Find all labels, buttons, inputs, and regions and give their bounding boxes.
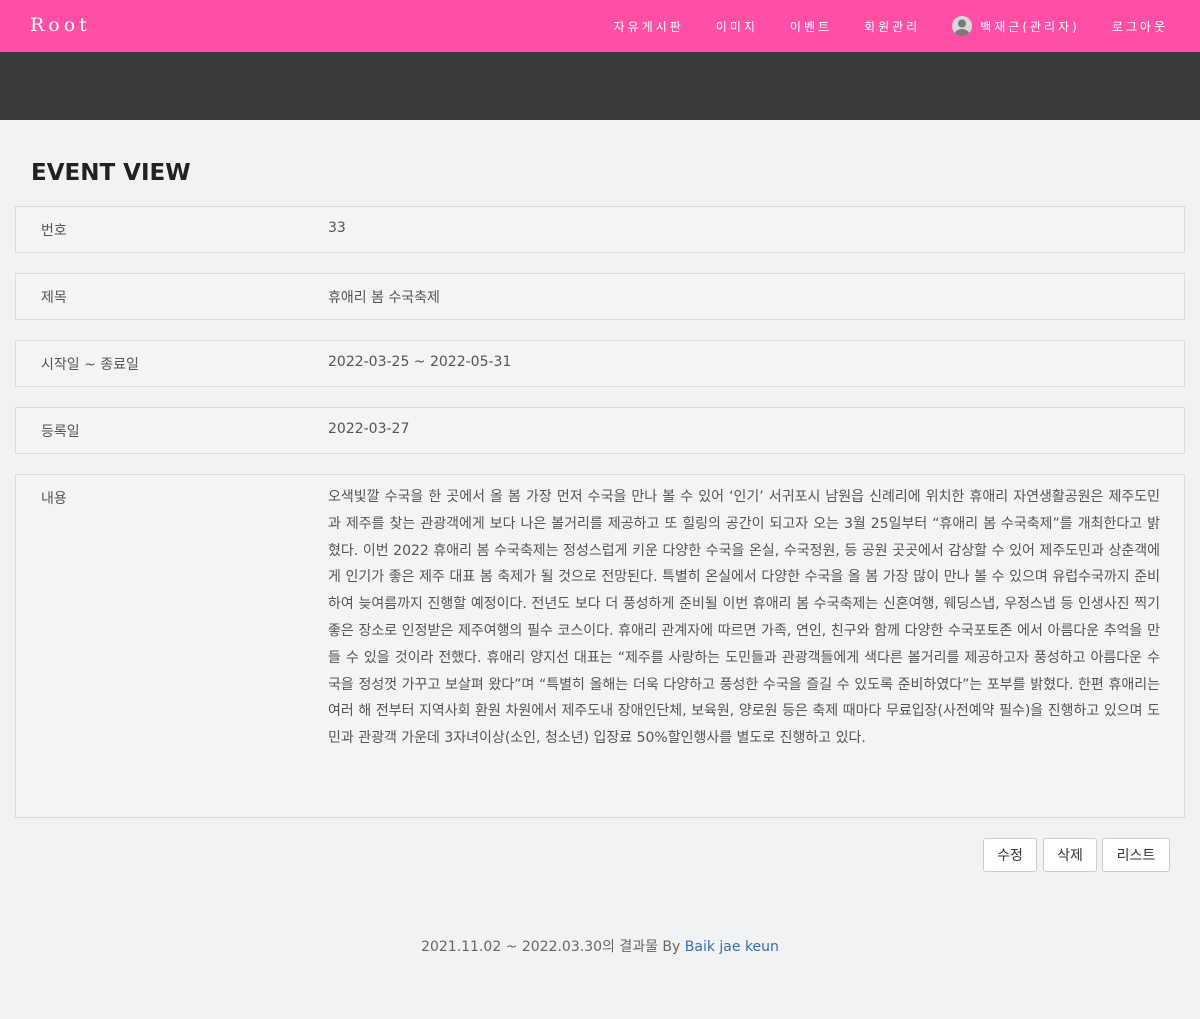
nav-free-board[interactable]: 자유게시판 bbox=[614, 18, 684, 35]
registered-value: 2022-03-27 bbox=[328, 421, 410, 437]
period-label: 시작일 ~ 종료일 bbox=[41, 357, 139, 373]
nav-events[interactable]: 이벤트 bbox=[790, 18, 832, 35]
nav-user-profile[interactable]: 백재근(관리자) bbox=[952, 16, 1080, 36]
content-label: 내용 bbox=[41, 491, 67, 507]
user-avatar-icon bbox=[952, 16, 973, 36]
content-body: 오색빛깔 수국을 한 곳에서 올 봄 가장 먼저 수국을 만나 볼 수 있어 ‘… bbox=[328, 489, 1160, 747]
row-content: 내용 오색빛깔 수국을 한 곳에서 올 봄 가장 먼저 수국을 만나 볼 수 있… bbox=[15, 474, 1185, 818]
row-period: 시작일 ~ 종료일 2022-03-25 ~ 2022-05-31 bbox=[15, 340, 1185, 387]
row-registered: 등록일 2022-03-27 bbox=[15, 407, 1185, 454]
delete-button[interactable]: 삭제 bbox=[1043, 838, 1097, 872]
nav-members[interactable]: 회원관리 bbox=[864, 18, 920, 35]
list-button[interactable]: 리스트 bbox=[1102, 838, 1170, 872]
registered-label: 등록일 bbox=[41, 424, 80, 440]
edit-button[interactable]: 수정 bbox=[983, 838, 1037, 872]
top-navbar: Root 자유게시판 이미지 이벤트 회원관리 백재근(관리자) 로그아웃 bbox=[0, 0, 1200, 52]
row-number: 번호 33 bbox=[15, 206, 1185, 253]
nav-links: 자유게시판 이미지 이벤트 회원관리 백재근(관리자) 로그아웃 bbox=[614, 0, 1168, 52]
number-value: 33 bbox=[328, 220, 346, 236]
user-name: 백재근(관리자) bbox=[980, 19, 1080, 34]
footer-text: 2021.11.02 ~ 2022.03.30의 결과물 By bbox=[421, 939, 685, 955]
period-value: 2022-03-25 ~ 2022-05-31 bbox=[328, 354, 512, 370]
number-label: 번호 bbox=[41, 223, 67, 239]
hero-banner bbox=[0, 52, 1200, 120]
nav-images[interactable]: 이미지 bbox=[716, 18, 758, 35]
row-title: 제목 휴애리 봄 수국축제 bbox=[15, 273, 1185, 320]
logout-link[interactable]: 로그아웃 bbox=[1112, 18, 1168, 35]
footer: 2021.11.02 ~ 2022.03.30의 결과물 By Baik jae… bbox=[0, 936, 1200, 956]
footer-author-link[interactable]: Baik jae keun bbox=[685, 939, 779, 955]
title-value: 휴애리 봄 수국축제 bbox=[328, 290, 440, 306]
brand-logo[interactable]: Root bbox=[30, 14, 91, 36]
page-title: EVENT VIEW bbox=[31, 160, 191, 186]
title-label: 제목 bbox=[41, 290, 67, 306]
